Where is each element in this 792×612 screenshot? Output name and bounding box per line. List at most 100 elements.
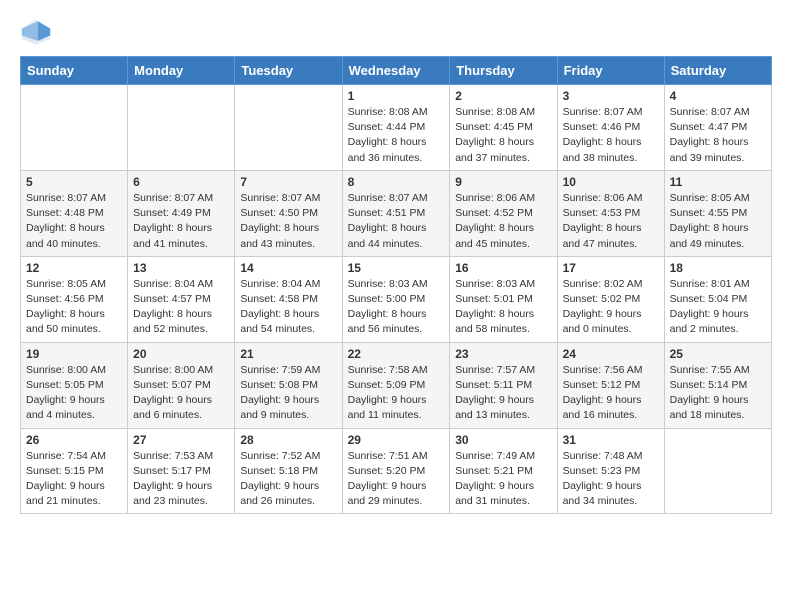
day-number: 20 [133,347,229,361]
day-info: Sunrise: 8:05 AM Sunset: 4:56 PM Dayligh… [26,277,122,338]
calendar-cell: 14 Sunrise: 8:04 AM Sunset: 4:58 PM Dayli… [235,256,342,342]
day-info: Sunrise: 7:55 AM Sunset: 5:14 PM Dayligh… [670,363,766,424]
day-info: Sunrise: 7:52 AM Sunset: 5:18 PM Dayligh… [240,449,336,510]
calendar-cell: 9 Sunrise: 8:06 AM Sunset: 4:52 PM Daylig… [450,170,557,256]
day-info: Sunrise: 7:56 AM Sunset: 5:12 PM Dayligh… [563,363,659,424]
calendar-cell: 25 Sunrise: 7:55 AM Sunset: 5:14 PM Dayli… [664,342,771,428]
calendar-week-1: 1 Sunrise: 8:08 AM Sunset: 4:44 PM Daylig… [21,85,772,171]
day-number: 12 [26,261,122,275]
day-info: Sunrise: 7:59 AM Sunset: 5:08 PM Dayligh… [240,363,336,424]
calendar-cell: 28 Sunrise: 7:52 AM Sunset: 5:18 PM Dayli… [235,428,342,514]
day-number: 13 [133,261,229,275]
calendar-cell: 23 Sunrise: 7:57 AM Sunset: 5:11 PM Dayli… [450,342,557,428]
weekday-monday: Monday [128,57,235,85]
calendar-week-3: 12 Sunrise: 8:05 AM Sunset: 4:56 PM Dayli… [21,256,772,342]
day-number: 29 [348,433,445,447]
day-number: 21 [240,347,336,361]
calendar-cell: 29 Sunrise: 7:51 AM Sunset: 5:20 PM Dayli… [342,428,450,514]
day-number: 8 [348,175,445,189]
day-number: 17 [563,261,659,275]
calendar-cell: 6 Sunrise: 8:07 AM Sunset: 4:49 PM Daylig… [128,170,235,256]
day-info: Sunrise: 8:03 AM Sunset: 5:01 PM Dayligh… [455,277,551,338]
day-info: Sunrise: 7:53 AM Sunset: 5:17 PM Dayligh… [133,449,229,510]
day-info: Sunrise: 8:07 AM Sunset: 4:48 PM Dayligh… [26,191,122,252]
logo [20,16,56,48]
calendar-cell: 12 Sunrise: 8:05 AM Sunset: 4:56 PM Dayli… [21,256,128,342]
calendar-cell: 31 Sunrise: 7:48 AM Sunset: 5:23 PM Dayli… [557,428,664,514]
day-number: 24 [563,347,659,361]
day-number: 30 [455,433,551,447]
day-info: Sunrise: 7:58 AM Sunset: 5:09 PM Dayligh… [348,363,445,424]
calendar-cell: 26 Sunrise: 7:54 AM Sunset: 5:15 PM Dayli… [21,428,128,514]
weekday-header-row: SundayMondayTuesdayWednesdayThursdayFrid… [21,57,772,85]
day-info: Sunrise: 7:51 AM Sunset: 5:20 PM Dayligh… [348,449,445,510]
day-number: 22 [348,347,445,361]
day-number: 11 [670,175,766,189]
day-info: Sunrise: 8:07 AM Sunset: 4:47 PM Dayligh… [670,105,766,166]
day-info: Sunrise: 7:49 AM Sunset: 5:21 PM Dayligh… [455,449,551,510]
day-info: Sunrise: 8:06 AM Sunset: 4:53 PM Dayligh… [563,191,659,252]
day-number: 14 [240,261,336,275]
day-info: Sunrise: 7:54 AM Sunset: 5:15 PM Dayligh… [26,449,122,510]
calendar-cell [235,85,342,171]
day-number: 18 [670,261,766,275]
calendar-cell: 20 Sunrise: 8:00 AM Sunset: 5:07 PM Dayli… [128,342,235,428]
day-number: 2 [455,89,551,103]
day-info: Sunrise: 8:07 AM Sunset: 4:46 PM Dayligh… [563,105,659,166]
day-info: Sunrise: 8:00 AM Sunset: 5:07 PM Dayligh… [133,363,229,424]
day-number: 27 [133,433,229,447]
calendar-cell: 8Sunrise: 8:07 AM Sunset: 4:51 PM Daylig… [342,170,450,256]
calendar-cell: 4Sunrise: 8:07 AM Sunset: 4:47 PM Daylig… [664,85,771,171]
day-info: Sunrise: 8:08 AM Sunset: 4:44 PM Dayligh… [348,105,445,166]
weekday-tuesday: Tuesday [235,57,342,85]
day-number: 23 [455,347,551,361]
day-info: Sunrise: 8:03 AM Sunset: 5:00 PM Dayligh… [348,277,445,338]
day-number: 1 [348,89,445,103]
day-info: Sunrise: 8:07 AM Sunset: 4:49 PM Dayligh… [133,191,229,252]
day-info: Sunrise: 8:04 AM Sunset: 4:58 PM Dayligh… [240,277,336,338]
calendar-cell: 15 Sunrise: 8:03 AM Sunset: 5:00 PM Dayli… [342,256,450,342]
calendar-cell: 22 Sunrise: 7:58 AM Sunset: 5:09 PM Dayli… [342,342,450,428]
day-number: 16 [455,261,551,275]
calendar-cell: 16 Sunrise: 8:03 AM Sunset: 5:01 PM Dayli… [450,256,557,342]
calendar-week-4: 19Sunrise: 8:00 AM Sunset: 5:05 PM Dayli… [21,342,772,428]
day-info: Sunrise: 8:07 AM Sunset: 4:50 PM Dayligh… [240,191,336,252]
day-number: 28 [240,433,336,447]
calendar-cell: 13Sunrise: 8:04 AM Sunset: 4:57 PM Dayli… [128,256,235,342]
calendar-cell: 21 Sunrise: 7:59 AM Sunset: 5:08 PM Dayli… [235,342,342,428]
calendar-cell: 11Sunrise: 8:05 AM Sunset: 4:55 PM Dayli… [664,170,771,256]
day-info: Sunrise: 7:48 AM Sunset: 5:23 PM Dayligh… [563,449,659,510]
day-number: 31 [563,433,659,447]
day-number: 19 [26,347,122,361]
calendar-cell: 10Sunrise: 8:06 AM Sunset: 4:53 PM Dayli… [557,170,664,256]
calendar-cell [21,85,128,171]
day-info: Sunrise: 8:02 AM Sunset: 5:02 PM Dayligh… [563,277,659,338]
weekday-thursday: Thursday [450,57,557,85]
calendar-cell: 24 Sunrise: 7:56 AM Sunset: 5:12 PM Dayli… [557,342,664,428]
day-number: 25 [670,347,766,361]
day-number: 5 [26,175,122,189]
day-info: Sunrise: 7:57 AM Sunset: 5:11 PM Dayligh… [455,363,551,424]
day-number: 7 [240,175,336,189]
calendar-cell: 27 Sunrise: 7:53 AM Sunset: 5:17 PM Dayli… [128,428,235,514]
calendar-cell: 17 Sunrise: 8:02 AM Sunset: 5:02 PM Dayli… [557,256,664,342]
logo-icon [20,16,52,48]
weekday-friday: Friday [557,57,664,85]
calendar-cell [664,428,771,514]
day-number: 26 [26,433,122,447]
calendar-cell: 2 Sunrise: 8:08 AM Sunset: 4:45 PM Daylig… [450,85,557,171]
day-info: Sunrise: 8:08 AM Sunset: 4:45 PM Dayligh… [455,105,551,166]
calendar-week-5: 26 Sunrise: 7:54 AM Sunset: 5:15 PM Dayli… [21,428,772,514]
page-header [20,16,772,48]
calendar-body: 1 Sunrise: 8:08 AM Sunset: 4:44 PM Daylig… [21,85,772,514]
day-number: 6 [133,175,229,189]
calendar-cell: 18Sunrise: 8:01 AM Sunset: 5:04 PM Dayli… [664,256,771,342]
calendar-cell: 3 Sunrise: 8:07 AM Sunset: 4:46 PM Daylig… [557,85,664,171]
day-number: 3 [563,89,659,103]
day-info: Sunrise: 8:06 AM Sunset: 4:52 PM Dayligh… [455,191,551,252]
day-number: 15 [348,261,445,275]
calendar-cell [128,85,235,171]
day-number: 9 [455,175,551,189]
calendar-cell: 5 Sunrise: 8:07 AM Sunset: 4:48 PM Daylig… [21,170,128,256]
calendar-cell: 1 Sunrise: 8:08 AM Sunset: 4:44 PM Daylig… [342,85,450,171]
